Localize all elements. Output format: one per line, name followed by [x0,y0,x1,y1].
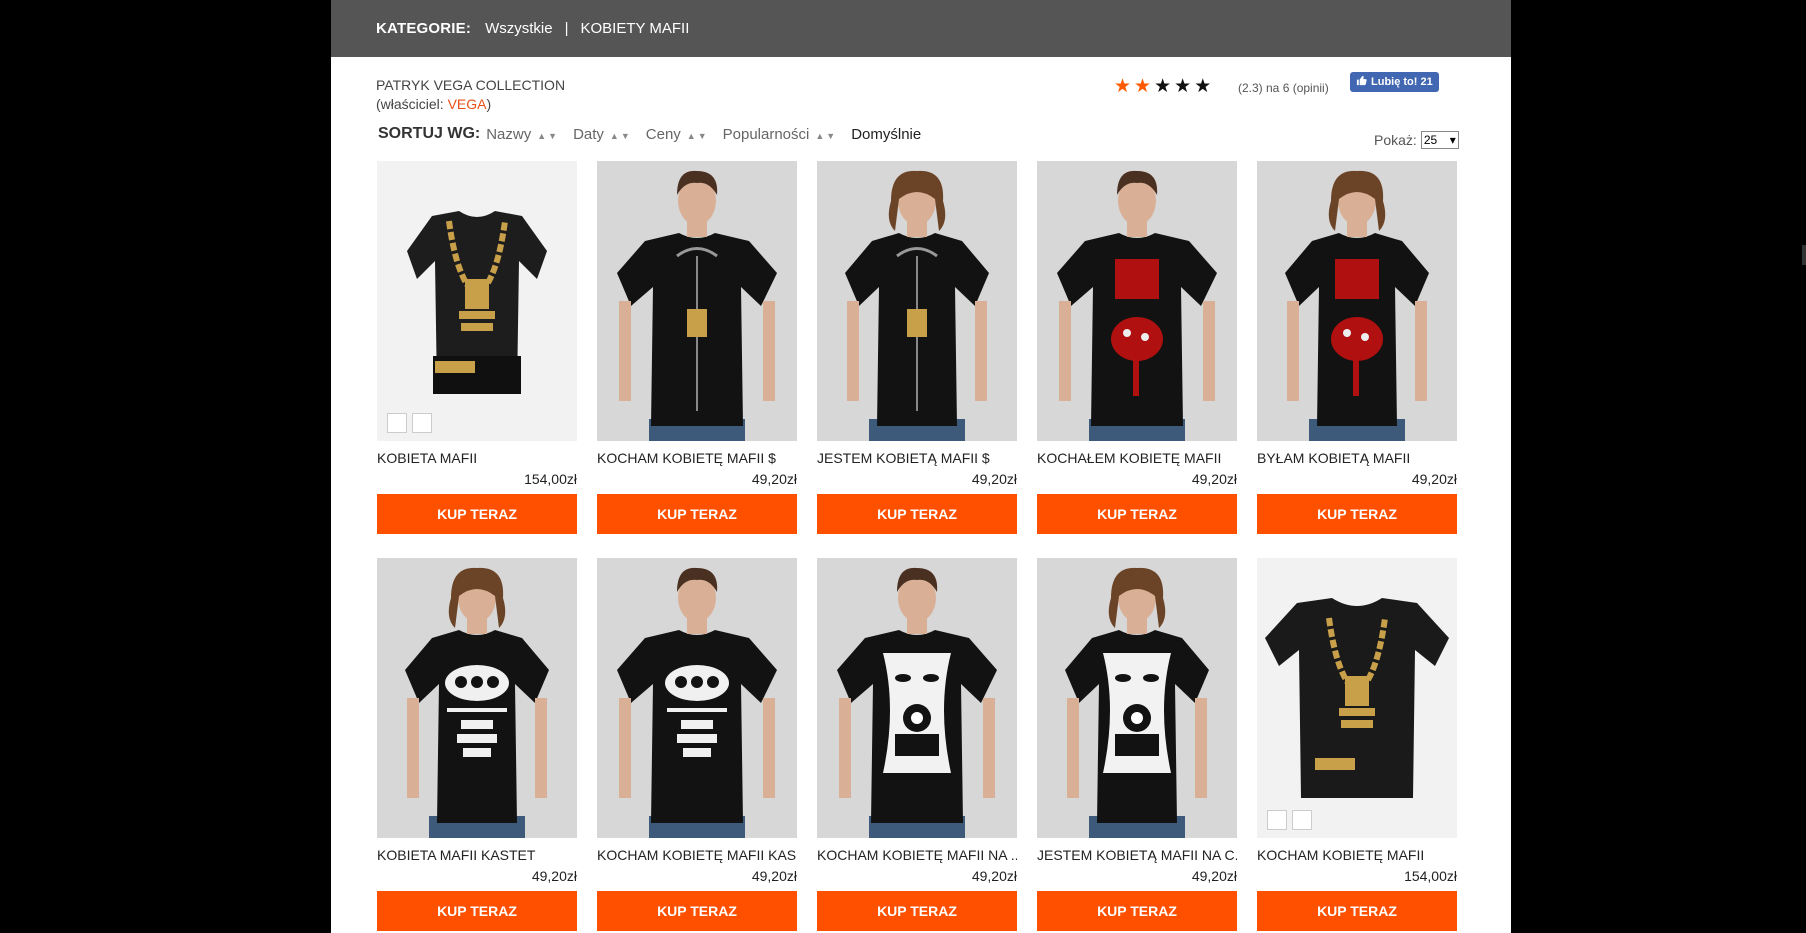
sort-option-label: Nazwy [486,125,532,143]
buy-now-button[interactable]: KUP TERAZ [1257,494,1457,534]
buy-now-button[interactable]: KUP TERAZ [1037,891,1237,931]
buy-now-button[interactable]: KUP TERAZ [1257,891,1457,931]
product-image[interactable] [817,558,1017,838]
collection-title: PATRYK VEGA COLLECTION [376,77,566,93]
facebook-like-button[interactable]: Lubię to! 21 [1350,72,1439,92]
star-icon[interactable]: ★ [1174,77,1191,97]
product-price: 49,20zł [971,471,1017,487]
page-size-control: Pokaż: 25 ▾ [1374,131,1459,149]
sort-option-label: Popularności [722,125,810,143]
product-price: 49,20zł [531,868,577,884]
sort-by-price[interactable]: Ceny ▲ ▼ [646,126,707,143]
facebook-like-label: Lubię to! 21 [1371,76,1433,88]
product-image[interactable] [1257,558,1457,838]
product-name[interactable]: BYŁAM KOBIETĄ MAFII [1257,450,1457,466]
star-icon[interactable]: ★ [1114,77,1131,97]
product-price: 154,00zł [524,471,577,487]
sort-desc-icon[interactable]: ▼ [548,131,557,141]
product-name[interactable]: JESTEM KOBIETĄ MAFII $ [817,450,1017,466]
product-image[interactable] [597,161,797,441]
product-price: 49,20zł [751,471,797,487]
product-name[interactable]: KOBIETA MAFII [377,450,577,466]
category-link-all[interactable]: Wszystkie [485,20,553,37]
scroll-handle[interactable] [1802,245,1806,265]
product-name[interactable]: JESTEM KOBIETĄ MAFII NA C... [1037,847,1237,863]
sort-desc-icon[interactable]: ▼ [621,131,630,141]
product-price: 49,20zł [1191,868,1237,884]
sort-asc-icon[interactable]: ▲ [537,131,546,141]
page-size-value: 25 [1423,133,1438,147]
sort-option-label: Ceny [645,125,681,143]
sort-bar: SORTUJ WG: Nazwy ▲ ▼ Daty ▲ ▼ Ceny ▲ ▼ Popular… [378,125,937,143]
product-image[interactable] [1037,161,1237,441]
color-swatch[interactable] [1267,810,1287,830]
sort-by-name[interactable]: Nazwy ▲ ▼ [486,126,557,143]
product-image[interactable] [377,558,577,838]
product-name[interactable]: KOCHAM KOBIETĘ MAFII NA ... [817,847,1017,863]
category-separator: | [564,20,569,37]
color-swatch[interactable] [387,413,407,433]
sort-option-label: Daty [573,125,604,143]
star-icon[interactable]: ★ [1134,77,1151,97]
thumbs-up-icon [1356,75,1367,89]
sort-by-date[interactable]: Daty ▲ ▼ [573,126,630,143]
sort-asc-icon[interactable]: ▲ [687,131,696,141]
product-name[interactable]: KOCHAM KOBIETĘ MAFII $ [597,450,797,466]
rating-stars[interactable]: ★ ★ ★ ★ ★ [1114,77,1214,97]
color-swatch[interactable] [412,413,432,433]
buy-now-button[interactable]: KUP TERAZ [597,891,797,931]
sort-label: SORTUJ WG: [378,125,481,142]
product-image[interactable] [817,161,1017,441]
buy-now-button[interactable]: KUP TERAZ [817,494,1017,534]
product-name[interactable]: KOBIETA MAFII KASTET [377,847,577,863]
product-name[interactable]: KOCHAM KOBIETĘ MAFII [1257,847,1457,863]
buy-now-button[interactable]: KUP TERAZ [1037,494,1237,534]
category-bar: KATEGORIE: Wszystkie | KOBIETY MAFII [331,0,1511,57]
sort-desc-icon[interactable]: ▼ [826,131,835,141]
collection-owner: (właściciel: VEGA) [376,96,491,112]
categories-label: KATEGORIE: [376,20,472,37]
sort-default[interactable]: Domyślnie [851,126,921,143]
sort-by-popularity[interactable]: Popularności ▲ ▼ [723,126,836,143]
product-image[interactable] [597,558,797,838]
color-swatches [1267,810,1312,830]
product-price: 49,20zł [971,868,1017,884]
sort-desc-icon[interactable]: ▼ [698,131,707,141]
star-icon[interactable]: ★ [1194,77,1211,97]
product-price: 49,20zł [1411,471,1457,487]
owner-suffix: ) [486,96,492,112]
product-image[interactable] [1037,558,1237,838]
product-name[interactable]: KOCHAM KOBIETĘ MAFII KAS... [597,847,797,863]
product-image[interactable] [377,161,577,441]
product-price: 154,00zł [1404,868,1457,884]
category-link-kobiety-mafii[interactable]: KOBIETY MAFII [580,20,689,37]
owner-link[interactable]: VEGA [448,96,487,112]
sort-asc-icon[interactable]: ▲ [610,131,619,141]
page-size-select[interactable]: 25 ▾ [1420,131,1459,149]
chevron-down-icon: ▾ [1449,133,1456,147]
buy-now-button[interactable]: KUP TERAZ [377,891,577,931]
product-image[interactable] [1257,161,1457,441]
color-swatches [387,413,432,433]
rating-summary: (2.3) na 6 (opinii) [1238,81,1329,95]
store-page: KATEGORIE: Wszystkie | KOBIETY MAFII PAT… [331,0,1511,933]
product-price: 49,20zł [751,868,797,884]
star-icon[interactable]: ★ [1154,77,1171,97]
sort-asc-icon[interactable]: ▲ [815,131,824,141]
color-swatch[interactable] [1292,810,1312,830]
show-label: Pokaż: [1374,132,1417,148]
buy-now-button[interactable]: KUP TERAZ [377,494,577,534]
owner-prefix: (właściciel: [376,96,448,112]
buy-now-button[interactable]: KUP TERAZ [817,891,1017,931]
buy-now-button[interactable]: KUP TERAZ [597,494,797,534]
product-price: 49,20zł [1191,471,1237,487]
product-name[interactable]: KOCHAŁEM KOBIETĘ MAFII [1037,450,1237,466]
